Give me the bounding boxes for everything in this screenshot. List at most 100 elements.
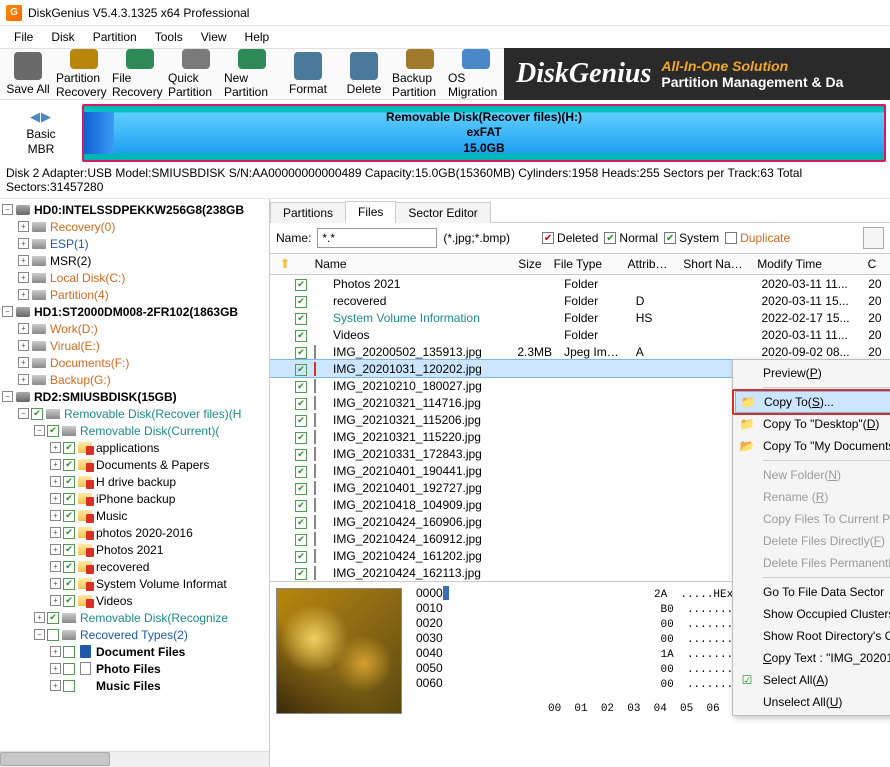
tree-row[interactable]: −HD0:INTELSSDPEKKW256G8(238GB [0,201,269,218]
row-checkbox-icon[interactable]: ✔ [295,551,307,563]
tree-checkbox-icon[interactable]: ✔ [63,578,75,590]
tree-row[interactable]: −✔Removable Disk(Current)( [0,422,269,439]
tree-checkbox-icon[interactable] [47,629,59,641]
tree-row[interactable]: −✔Removable Disk(Recover files)(H [0,405,269,422]
tree-row[interactable]: +✔Photos 2021 [0,541,269,558]
tree-checkbox-icon[interactable]: ✔ [63,595,75,607]
tree-expand-icon[interactable]: + [50,595,61,606]
tree-checkbox-icon[interactable]: ✔ [63,561,75,573]
tree-row[interactable]: +✔Documents & Papers [0,456,269,473]
tree-row[interactable]: +Document Files [0,643,269,660]
tree-expand-icon[interactable]: + [50,493,61,504]
col-name[interactable]: Name [309,257,492,271]
tree-checkbox-icon[interactable]: ✔ [63,493,75,505]
tool-file-recovery[interactable]: File Recovery [112,49,168,99]
tree-expand-icon[interactable]: + [18,272,29,283]
ctx-item[interactable]: 📁Copy To(S)... [735,391,890,413]
row-checkbox-icon[interactable]: ✔ [295,568,307,580]
menu-tools[interactable]: Tools [147,28,191,46]
tree-expand-icon[interactable]: − [34,425,45,436]
tool-os-migration[interactable]: OS Migration [448,49,504,99]
tree-expand-icon[interactable]: + [50,663,61,674]
tab-files[interactable]: Files [345,201,396,223]
tree-expand-icon[interactable]: + [50,544,61,555]
tool-partition-recovery[interactable]: Partition Recovery [56,49,112,99]
tree-expand-icon[interactable]: − [34,629,45,640]
ctx-item[interactable]: Unselect All(U) [735,691,890,713]
tree-expand-icon[interactable]: + [18,238,29,249]
row-checkbox-icon[interactable]: ✔ [295,381,307,393]
row-checkbox-icon[interactable]: ✔ [295,330,307,342]
row-checkbox-icon[interactable]: ✔ [295,432,307,444]
tree-row[interactable]: +✔iPhone backup [0,490,269,507]
file-row[interactable]: ✔VideosFolder2020-03-11 11...20 [270,326,890,343]
ctx-item[interactable]: Show Root Directory's Clusters List [735,625,890,647]
tree-row[interactable]: −HD1:ST2000DM008-2FR102(1863GB [0,303,269,320]
menu-disk[interactable]: Disk [43,28,82,46]
tree-checkbox-icon[interactable]: ✔ [63,442,75,454]
tree-row[interactable]: +✔Removable Disk(Recognize [0,609,269,626]
tab-partitions[interactable]: Partitions [270,202,346,223]
tree-expand-icon[interactable]: + [50,646,61,657]
col-type[interactable]: File Type [548,257,622,271]
row-checkbox-icon[interactable]: ✔ [295,500,307,512]
tree-row[interactable]: −Recovered Types(2) [0,626,269,643]
row-checkbox-icon[interactable]: ✔ [295,347,307,359]
menu-view[interactable]: View [193,28,235,46]
row-checkbox-icon[interactable]: ✔ [295,296,307,308]
filter-apply-button[interactable] [863,227,884,249]
ctx-item[interactable]: ☑Select All(A) [735,669,890,691]
tree-expand-icon[interactable]: + [50,510,61,521]
tree-row[interactable]: +Documents(F:) [0,354,269,371]
row-checkbox-icon[interactable]: ✔ [295,449,307,461]
row-checkbox-icon[interactable]: ✔ [295,313,307,325]
tree-checkbox-icon[interactable]: ✔ [63,527,75,539]
tree-row[interactable]: +MSR(2) [0,252,269,269]
tree-checkbox-icon[interactable]: ✔ [63,459,75,471]
tree-row[interactable]: +✔Videos [0,592,269,609]
tree-checkbox-icon[interactable]: ✔ [63,544,75,556]
tree-scrollbar-h[interactable] [0,751,269,767]
tree-expand-icon[interactable]: + [18,221,29,232]
row-checkbox-icon[interactable]: ✔ [295,517,307,529]
row-checkbox-icon[interactable]: ✔ [295,398,307,410]
tree-row[interactable]: +Local Disk(C:) [0,269,269,286]
tree-row[interactable]: +✔recovered [0,558,269,575]
tree-row[interactable]: +✔System Volume Informat [0,575,269,592]
tool-backup-partition[interactable]: Backup Partition [392,49,448,99]
tree-expand-icon[interactable]: + [34,612,45,623]
tree-expand-icon[interactable]: + [50,680,61,691]
tree-checkbox-icon[interactable]: ✔ [47,612,59,624]
tree-expand-icon[interactable]: + [18,374,29,385]
tool-new-partition[interactable]: New Partition [224,49,280,99]
tree-expand-icon[interactable]: + [50,476,61,487]
file-row[interactable]: ✔IMG_20200502_135913.jpg2.3MBJpeg ImageA… [270,343,890,360]
row-checkbox-icon[interactable]: ✔ [295,279,307,291]
tree-row[interactable]: +Partition(4) [0,286,269,303]
tree-row[interactable]: +✔applications [0,439,269,456]
col-attr[interactable]: Attribute [622,257,678,271]
row-checkbox-icon[interactable]: ✔ [295,483,307,495]
tree-checkbox-icon[interactable] [63,680,75,692]
up-folder-icon[interactable]: ⬆ [276,255,289,273]
tree-checkbox-icon[interactable]: ✔ [63,510,75,522]
file-row[interactable]: ✔Photos 2021Folder2020-03-11 11...20 [270,275,890,292]
file-row[interactable]: ✔recoveredFolderD2020-03-11 15...20 [270,292,890,309]
tree-expand-icon[interactable]: + [50,527,61,538]
tree-row[interactable]: +ESP(1) [0,235,269,252]
tree-expand-icon[interactable]: + [18,323,29,334]
tree-expand-icon[interactable]: − [2,204,13,215]
tree-row[interactable]: +✔Music [0,507,269,524]
row-checkbox-icon[interactable]: ✔ [295,415,307,427]
tree-row[interactable]: +Virual(E:) [0,337,269,354]
tree-expand-icon[interactable]: + [18,340,29,351]
col-size[interactable]: Size [492,257,548,271]
tree-expand-icon[interactable]: + [50,561,61,572]
tool-save-all[interactable]: Save All [0,49,56,99]
tree-row[interactable]: +Recovery(0) [0,218,269,235]
tool-quick-partition[interactable]: Quick Partition [168,49,224,99]
tree-expand-icon[interactable]: − [2,306,13,317]
tool-delete[interactable]: Delete [336,49,392,99]
tree-checkbox-icon[interactable] [63,663,75,675]
tree-row[interactable]: +Music Files [0,677,269,694]
